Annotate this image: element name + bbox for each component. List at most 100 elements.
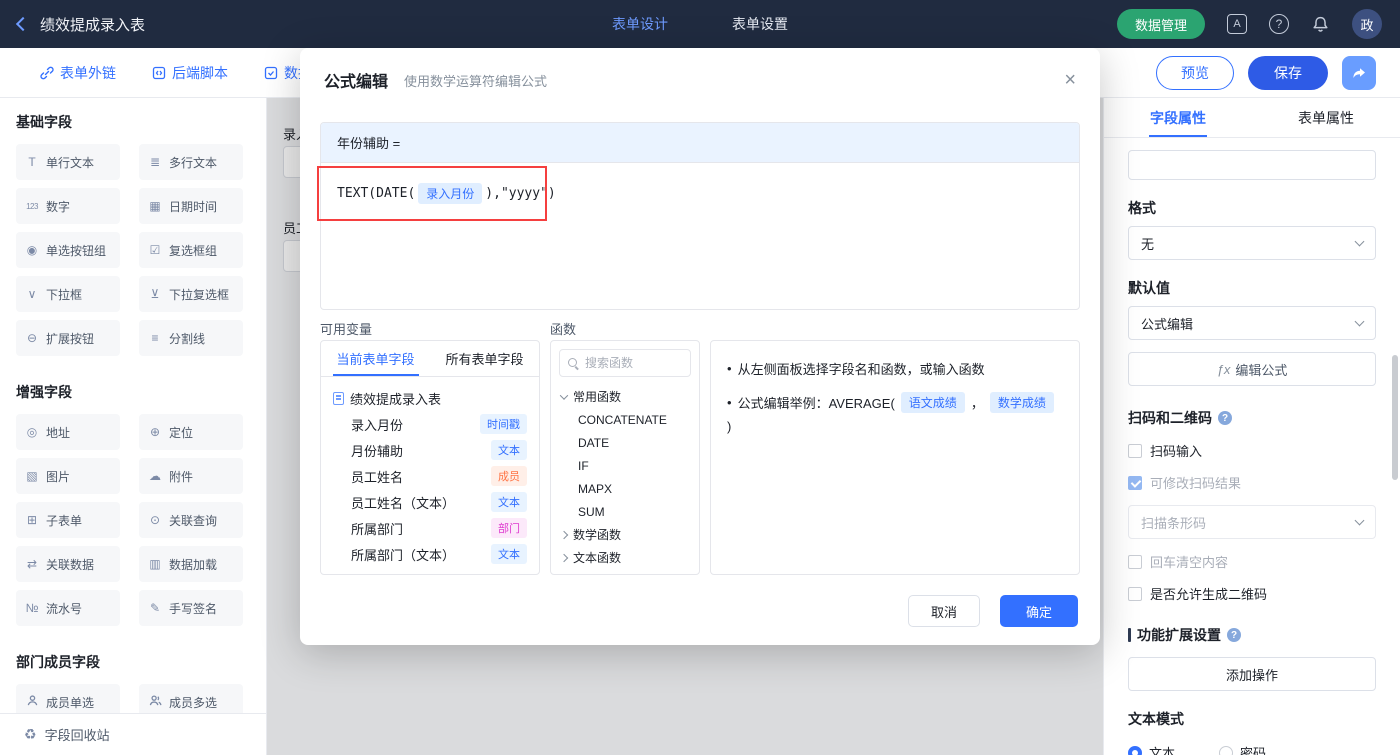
function-group-math[interactable]: 数学函数	[551, 523, 699, 546]
scan-mode-select[interactable]: 扫描条形码	[1128, 505, 1376, 539]
tab-form-settings[interactable]: 表单设置	[732, 14, 788, 34]
form-doc-icon	[333, 392, 344, 405]
share-arrow-icon	[1351, 65, 1367, 81]
sidebar-field-radio-group[interactable]: ◉单选按钮组	[16, 232, 120, 268]
link-icon	[40, 66, 54, 80]
sidebar-field-location[interactable]: ⊕定位	[139, 414, 243, 450]
variable-item[interactable]: 月份辅助文本	[327, 437, 533, 463]
notification-bell-icon[interactable]	[1311, 15, 1330, 34]
variable-item[interactable]: 所属部门部门	[327, 515, 533, 541]
sidebar-field-multi-select[interactable]: ⊻下拉复选框	[139, 276, 243, 312]
sidebar-field-single-line-text[interactable]: T单行文本	[16, 144, 120, 180]
sidebar-field-divider[interactable]: ≡分割线	[139, 320, 243, 356]
question-circle-icon[interactable]: ?	[1218, 411, 1232, 425]
user-avatar[interactable]: 政	[1352, 9, 1382, 39]
preview-button[interactable]: 预览	[1156, 56, 1234, 90]
sidebar-field-linked-data[interactable]: ⇄关联数据	[16, 546, 120, 582]
tab-all-form-fields[interactable]: 所有表单字段	[430, 341, 539, 376]
member-single-icon	[24, 694, 40, 710]
cancel-button[interactable]: 取消	[908, 595, 980, 627]
tab-form-properties[interactable]: 表单属性	[1252, 98, 1400, 137]
section-enhanced-fields: 增强字段	[16, 382, 250, 402]
chevron-down-icon	[1355, 516, 1365, 526]
formula-field-pill[interactable]: 录入月份	[418, 183, 482, 204]
default-value-select[interactable]: 公式编辑	[1128, 306, 1376, 340]
sidebar-field-number[interactable]: 123数字	[16, 188, 120, 224]
form-external-link[interactable]: 表单外链	[40, 63, 116, 83]
translate-icon[interactable]: A	[1227, 14, 1247, 34]
sidebar-field-extend-button[interactable]: ⊖扩展按钮	[16, 320, 120, 356]
variable-item[interactable]: 员工姓名（文本）文本	[327, 489, 533, 515]
radio-text[interactable]	[1128, 746, 1142, 755]
field-recycle-bin[interactable]: ♻ 字段回收站	[0, 713, 266, 755]
function-item[interactable]: IF	[551, 454, 699, 477]
tab-current-form-fields[interactable]: 当前表单字段	[321, 341, 430, 376]
radio-text-option[interactable]: 文本	[1128, 743, 1175, 755]
format-select[interactable]: 无	[1128, 226, 1376, 260]
formula-input-area[interactable]: TEXT(DATE( 录入月份 ),"yyyy")	[321, 163, 1079, 224]
image-icon: ▧	[24, 469, 40, 483]
help-icon[interactable]: ?	[1269, 14, 1289, 34]
enter-clear-checkbox[interactable]	[1128, 555, 1142, 569]
backend-script-link[interactable]: 后端脚本	[152, 63, 228, 83]
linked-data-icon: ⇄	[24, 557, 40, 571]
scan-editable-checkbox-row[interactable]: 可修改扫码结果	[1128, 473, 1376, 492]
sidebar-field-signature[interactable]: ✎手写签名	[139, 590, 243, 626]
sidebar-field-serial-number[interactable]: №流水号	[16, 590, 120, 626]
variable-item[interactable]: 录入月份时间戳	[327, 411, 533, 437]
share-button[interactable]	[1342, 56, 1376, 90]
function-item[interactable]: DATE	[551, 431, 699, 454]
field-label: 成员多选	[169, 694, 217, 711]
radio-password-option[interactable]: 密码	[1219, 743, 1266, 755]
field-label: 单选按钮组	[46, 242, 106, 259]
single-line-text-icon: T	[24, 155, 40, 169]
function-item[interactable]: SUM	[551, 500, 699, 523]
sidebar-field-address[interactable]: ◎地址	[16, 414, 120, 450]
function-item[interactable]: CONCATENATE	[551, 408, 699, 431]
tab-field-properties[interactable]: 字段属性	[1104, 98, 1252, 137]
function-search-box[interactable]	[559, 349, 691, 377]
add-action-button[interactable]: 添加操作	[1128, 657, 1376, 691]
function-group-text[interactable]: 文本函数	[551, 546, 699, 569]
chevron-down-icon	[1355, 237, 1365, 247]
sidebar-field-datetime[interactable]: ▦日期时间	[139, 188, 243, 224]
radio-password[interactable]	[1219, 746, 1233, 755]
save-button[interactable]: 保存	[1248, 56, 1328, 90]
scan-section-label: 扫码和二维码	[1128, 408, 1212, 428]
scan-editable-checkbox[interactable]	[1128, 476, 1142, 490]
sidebar-field-lookup-query[interactable]: ⊙关联查询	[139, 502, 243, 538]
field-title-input[interactable]	[1128, 150, 1376, 180]
variables-form-node[interactable]: 绩效提成录入表	[327, 385, 533, 411]
question-circle-icon[interactable]: ?	[1227, 628, 1241, 642]
confirm-button[interactable]: 确定	[1000, 595, 1078, 627]
function-search-input[interactable]	[585, 356, 682, 370]
edit-formula-button[interactable]: ƒx 编辑公式	[1128, 352, 1376, 386]
sidebar-field-subform[interactable]: ⊞子表单	[16, 502, 120, 538]
properties-tabs: 字段属性 表单属性	[1104, 98, 1400, 138]
allow-qr-checkbox[interactable]	[1128, 587, 1142, 601]
variable-name: 员工姓名（文本）	[351, 493, 491, 512]
sidebar-field-checkbox-group[interactable]: ☑复选框组	[139, 232, 243, 268]
function-group-common[interactable]: 常用函数	[551, 385, 699, 408]
scan-input-checkbox-row[interactable]: 扫码输入	[1128, 441, 1376, 460]
field-label: 子表单	[46, 512, 82, 529]
enter-clear-checkbox-row[interactable]: 回车清空内容	[1128, 552, 1376, 571]
back-icon[interactable]	[16, 17, 30, 31]
scan-editable-label: 可修改扫码结果	[1150, 473, 1241, 492]
sidebar-field-image[interactable]: ▧图片	[16, 458, 120, 494]
variable-item[interactable]: 所属部门（文本）文本	[327, 541, 533, 567]
multi-line-text-icon: ≣	[147, 155, 163, 169]
scan-input-checkbox[interactable]	[1128, 444, 1142, 458]
variable-item[interactable]: 员工姓名成员	[327, 463, 533, 489]
vertical-scrollbar[interactable]	[1392, 355, 1398, 480]
field-palette-sidebar: 基础字段 T单行文本 ≣多行文本 123数字 ▦日期时间 ◉单选按钮组 ☑复选框…	[0, 98, 267, 755]
sidebar-field-select[interactable]: ∨下拉框	[16, 276, 120, 312]
sidebar-field-attachment[interactable]: ☁附件	[139, 458, 243, 494]
sidebar-field-data-load[interactable]: ▥数据加载	[139, 546, 243, 582]
function-item[interactable]: MAPX	[551, 477, 699, 500]
data-manage-button[interactable]: 数据管理	[1117, 9, 1205, 39]
sidebar-field-multi-line-text[interactable]: ≣多行文本	[139, 144, 243, 180]
close-icon[interactable]: ×	[1064, 70, 1076, 90]
tab-form-design[interactable]: 表单设计	[612, 14, 668, 34]
allow-qr-checkbox-row[interactable]: 是否允许生成二维码	[1128, 584, 1376, 603]
